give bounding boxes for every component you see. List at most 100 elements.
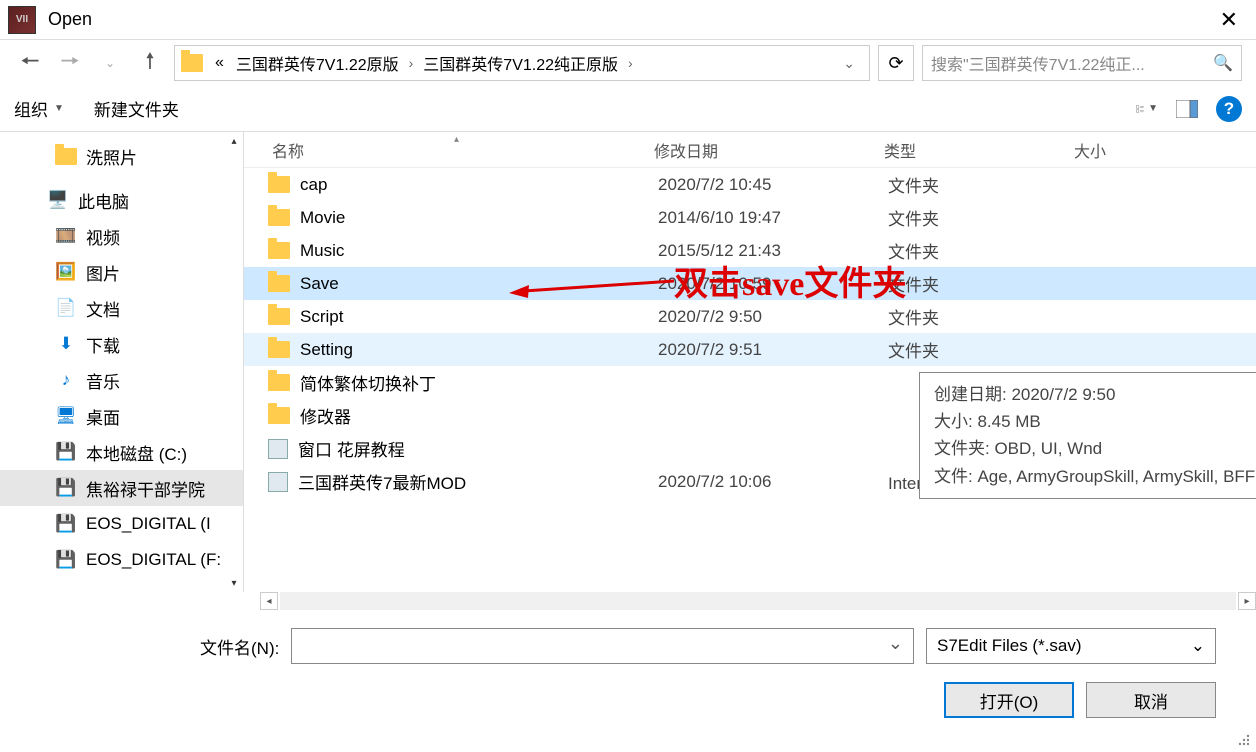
sidebar-item-label: 本地磁盘 (C:)	[86, 440, 187, 465]
horizontal-scrollbar[interactable]: ◂ ▸	[260, 592, 1256, 610]
sidebar-item-label: 视频	[86, 224, 120, 249]
chevron-right-icon: ›	[624, 55, 637, 71]
file-name: Script	[300, 307, 343, 327]
help-button[interactable]: ?	[1216, 96, 1242, 122]
sidebar-item-label: EOS_DIGITAL (I	[86, 514, 211, 534]
file-row[interactable]: cap2020/7/2 10:45文件夹	[244, 168, 1256, 201]
file-date: 2020/7/2 10:45	[658, 175, 888, 195]
folder-icon	[268, 275, 290, 292]
open-button[interactable]: 打开(O)	[944, 682, 1074, 718]
view-options-button[interactable]: ▼	[1136, 98, 1158, 120]
scroll-up-icon[interactable]: ▴	[227, 134, 241, 148]
scroll-down-icon[interactable]: ▾	[227, 576, 241, 590]
organize-menu[interactable]: 组织 ▼	[14, 96, 64, 121]
scroll-track[interactable]	[280, 592, 1236, 610]
folder-icon	[268, 407, 290, 424]
crumb-2[interactable]: 三国群英传7V1.22纯正原版	[417, 51, 624, 75]
drive-icon: 💾	[56, 442, 76, 462]
sidebar-item[interactable]: 💾EOS_DIGITAL (I	[0, 506, 243, 542]
file-row[interactable]: Setting2020/7/2 9:51文件夹	[244, 333, 1256, 366]
drive-icon: 💾	[56, 478, 76, 498]
folder-icon	[56, 146, 76, 166]
file-type: 文件夹	[888, 172, 1078, 197]
titlebar: VII Open ✕	[0, 0, 1256, 40]
up-button[interactable]: 🠕	[134, 47, 166, 79]
sidebar-item[interactable]: ♪音乐	[0, 362, 243, 398]
sidebar-item[interactable]: 🎞️ 视频	[0, 218, 243, 254]
file-type: 文件夹	[888, 238, 1078, 263]
file-list: ▴ 名称 修改日期 类型 大小 cap2020/7/2 10:45文件夹Movi…	[244, 132, 1256, 592]
sidebar-item[interactable]: 🖥️此电脑	[0, 182, 243, 218]
refresh-button[interactable]: ⟳	[878, 45, 914, 81]
file-row[interactable]: Movie2014/6/10 19:47文件夹	[244, 201, 1256, 234]
sidebar-item[interactable]: 💾 焦裕禄干部学院	[0, 470, 243, 506]
folder-icon	[268, 341, 290, 358]
file-name: 窗口 花屏教程	[298, 436, 405, 461]
desktop-icon: 🖥	[56, 406, 76, 426]
search-input[interactable]: 搜索"三国群英传7V1.22纯正... 🔍	[922, 45, 1242, 81]
chevron-down-icon: ▼	[1148, 103, 1158, 114]
file-type: 文件夹	[888, 337, 1078, 362]
nav-bar: 🠔 🠖 ⌄ 🠕 « 三国群英传7V1.22原版 › 三国群英传7V1.22纯正原…	[0, 40, 1256, 86]
file-date: 2015/5/12 21:43	[658, 241, 888, 261]
app-icon: VII	[8, 6, 36, 34]
dialog-title: Open	[48, 9, 92, 30]
resize-grip-icon[interactable]	[1234, 730, 1252, 748]
file-date: 2020/7/2 9:50	[658, 307, 888, 327]
close-button[interactable]: ✕	[1210, 3, 1248, 37]
scroll-left-icon[interactable]: ◂	[260, 592, 278, 610]
sidebar-item[interactable]: 💾 本地磁盘 (C:)	[0, 434, 243, 470]
tooltip-line: 文件: Age, ArmyGroupSkill, ArmySkill, BFFr…	[934, 463, 1256, 490]
search-placeholder: 搜索"三国群英传7V1.22纯正...	[931, 51, 1145, 75]
file-row[interactable]: Save2020/7/2 10:59文件夹	[244, 267, 1256, 300]
file-row[interactable]: Music2015/5/12 21:43文件夹	[244, 234, 1256, 267]
sidebar-item[interactable]: 洗照片	[0, 138, 243, 174]
file-type: 文件夹	[888, 271, 1078, 296]
column-headers[interactable]: ▴ 名称 修改日期 类型 大小	[244, 132, 1256, 168]
sidebar-item-label: 焦裕禄干部学院	[86, 476, 205, 501]
file-date: 2020/7/2 9:51	[658, 340, 888, 360]
drive-icon: 💾	[56, 550, 76, 570]
new-folder-button[interactable]: 新建文件夹	[94, 96, 179, 121]
header-name[interactable]: 名称	[244, 138, 654, 162]
image-icon: 🖼️	[56, 262, 76, 282]
crumb-1[interactable]: 三国群英传7V1.22原版	[230, 51, 405, 75]
preview-pane-button[interactable]	[1176, 98, 1198, 120]
forward-button[interactable]: 🠖	[54, 47, 86, 79]
video-icon: 🎞️	[56, 226, 76, 246]
crumb-prefix[interactable]: «	[209, 54, 230, 72]
recent-dropdown[interactable]: ⌄	[94, 47, 126, 79]
breadcrumb[interactable]: « 三国群英传7V1.22原版 › 三国群英传7V1.22纯正原版 › ⌄	[174, 45, 870, 81]
sidebar-item[interactable]: 🖥桌面	[0, 398, 243, 434]
download-icon: ⬇	[56, 334, 76, 354]
filename-label: 文件名(N):	[200, 634, 279, 659]
header-size[interactable]: 大小	[1074, 138, 1256, 162]
sidebar-item[interactable]: ⬇下载	[0, 326, 243, 362]
sidebar-item[interactable]: 🖼️图片	[0, 254, 243, 290]
sidebar[interactable]: ▴ 洗照片 🖥️此电脑 🎞️ 视频 🖼️图片 📄 文档 ⬇下载♪音乐🖥桌面 💾 本地磁盘 (C:)…	[0, 132, 244, 592]
filter-select[interactable]: S7Edit Files (*.sav) ⌄	[926, 628, 1216, 664]
filename-input[interactable]	[291, 628, 914, 664]
tooltip: 创建日期: 2020/7/2 9:50 大小: 8.45 MB 文件夹: OBD…	[919, 372, 1256, 499]
header-date[interactable]: 修改日期	[654, 138, 884, 162]
doc-icon: 📄	[56, 298, 76, 318]
link-icon	[268, 472, 288, 492]
folder-icon	[181, 54, 203, 72]
file-date: 2020/7/2 10:06	[658, 472, 888, 492]
file-name: 简体繁体切换补丁	[300, 370, 436, 395]
sidebar-item[interactable]: 💾EOS_DIGITAL (F:	[0, 542, 243, 578]
back-button[interactable]: 🠔	[14, 47, 46, 79]
crumb-dropdown[interactable]: ⌄	[835, 55, 863, 72]
folder-icon	[268, 374, 290, 391]
scroll-right-icon[interactable]: ▸	[1238, 592, 1256, 610]
search-icon: 🔍	[1213, 53, 1233, 73]
sidebar-item-label: 音乐	[86, 368, 120, 393]
sort-indicator-icon: ▴	[454, 134, 459, 145]
header-type[interactable]: 类型	[884, 138, 1074, 162]
tooltip-line: 大小: 8.45 MB	[934, 408, 1256, 435]
sidebar-item[interactable]: 📄 文档	[0, 290, 243, 326]
cancel-button[interactable]: 取消	[1086, 682, 1216, 718]
file-row[interactable]: Script2020/7/2 9:50文件夹	[244, 300, 1256, 333]
file-name: Movie	[300, 208, 345, 228]
sidebar-item-label: 文档	[86, 296, 120, 321]
